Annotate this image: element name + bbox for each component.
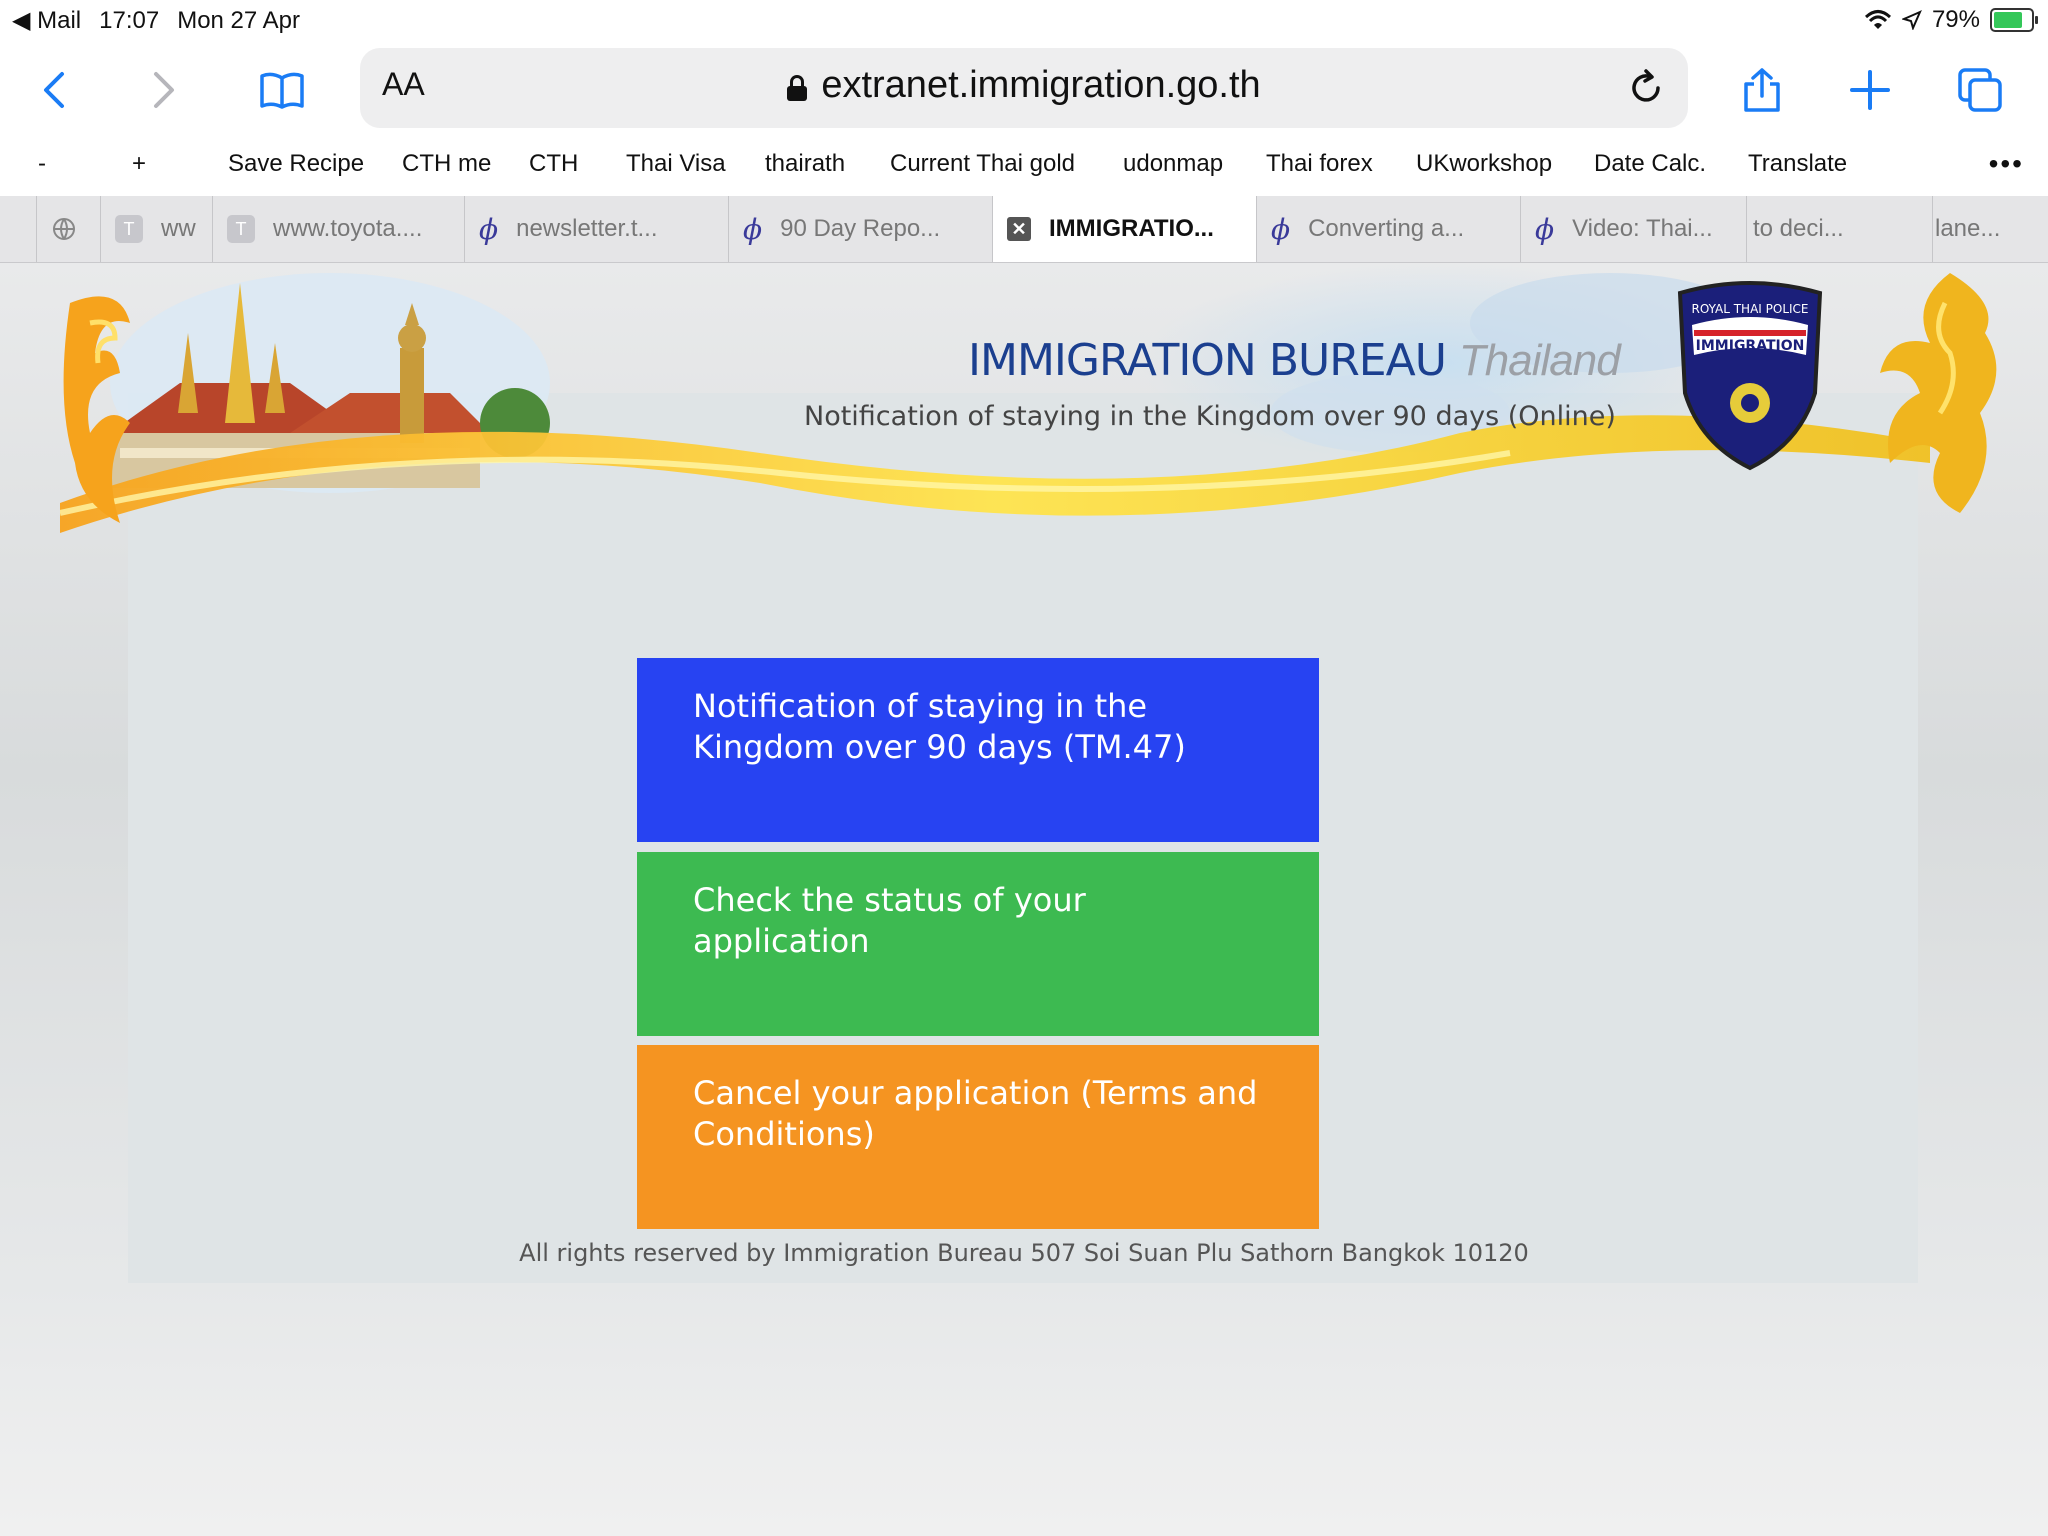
reload-icon[interactable] [1624,66,1668,110]
tab-item[interactable]: ϕ Converting a... [1256,196,1520,262]
site-title: IMMIGRATION BUREAU Thailand [968,335,1621,386]
tabs-overview-button[interactable] [1950,60,2010,120]
tab-title: IMMIGRATIO... [1049,215,1214,242]
favorite-item[interactable]: Date Calc. [1594,150,1706,178]
forward-button[interactable] [132,60,192,120]
tab-title: Video: Thai... [1572,215,1713,242]
badge-band-text: IMMIGRATION [1696,338,1805,354]
lock-icon [787,75,808,101]
tab-favicon-phi-icon: ϕ [479,212,499,246]
new-tab-button[interactable] [1840,60,1900,120]
check-status-button[interactable]: Check the status of your application [637,852,1319,1036]
url-text: extranet.immigration.go.th [821,64,1261,106]
more-favorites-icon[interactable]: ••• [1989,148,2024,180]
plus-icon [1850,70,1890,110]
tab-favicon-t-icon: T [227,215,255,243]
tab-overflow-left[interactable] [36,196,100,262]
globe-icon [53,218,75,240]
favorite-item[interactable]: thairath [765,150,845,178]
tabs-icon [1958,68,2002,112]
share-button[interactable] [1732,60,1792,120]
tab-item[interactable]: ϕ Video: Thai... [1520,196,1746,262]
status-date: Mon 27 Apr [177,6,300,34]
tab-title: newsletter.t... [516,215,658,242]
tab-item-active[interactable]: ✕ IMMIGRATIO... [992,196,1256,262]
badge-top-text: ROYAL THAI POLICE [1691,302,1808,316]
tab-bar: Tww Twww.toyota.... ϕ newsletter.t... ϕ 90… [0,196,2048,263]
tab-favicon-phi-icon: ϕ [743,212,763,246]
tab-favicon-t-icon: T [115,215,143,243]
wifi-icon [1864,10,1891,29]
close-tab-icon[interactable]: ✕ [1007,217,1031,241]
location-icon [1901,10,1922,30]
tab-item[interactable]: ϕ newsletter.t... [464,196,728,262]
site-title-main: IMMIGRATION BUREAU [968,335,1447,386]
favorite-item[interactable]: CTH [529,150,578,178]
favorite-item[interactable]: - [38,150,46,178]
chevron-left-icon [44,72,64,108]
status-time: 17:07 [99,6,160,34]
site-title-country: Thailand [1458,336,1621,385]
favorites-bar: - + Save Recipe CTH me CTH Thai Visa tha… [0,140,2048,196]
back-to-mail-link[interactable]: ◀ Mail [12,6,81,35]
tab-item[interactable]: Tww [100,196,212,262]
tab-title: Converting a... [1308,215,1465,242]
favorite-item[interactable]: udonmap [1123,150,1223,178]
tab-item[interactable]: Twww.toyota.... [212,196,464,262]
share-icon [1744,68,1780,112]
favorite-item[interactable]: CTH me [402,150,491,178]
tab-title: to deci... [1753,215,1844,242]
tab-title: ww [161,215,196,242]
cancel-application-button[interactable]: Cancel your application (Terms and Condi… [637,1045,1319,1229]
tab-title: 90 Day Repo... [780,215,941,242]
address-bar[interactable]: AA extranet.immigration.go.th [360,48,1688,128]
tab-favicon-phi-icon: ϕ [1271,212,1291,246]
web-page: ROYAL THAI POLICE IMMIGRATION IMMIGRATIO… [0,263,2048,1536]
battery-icon [1990,8,2038,32]
tab-item[interactable]: to deci... [1746,196,1932,262]
book-icon [260,72,304,109]
right-flame-ornament [1880,273,1997,513]
tab-title: lane... [1935,215,2001,242]
tab-item[interactable]: lane... [1932,196,2048,262]
footer-copyright: All rights reserved by Immigration Burea… [519,1239,1529,1267]
battery-percent: 79% [1931,6,1980,33]
tab-item[interactable]: ϕ 90 Day Repo... [728,196,992,262]
tab-favicon-phi-icon: ϕ [1535,212,1555,246]
back-app-label: Mail [37,7,82,34]
chevron-right-icon [154,72,174,108]
back-button[interactable] [26,60,86,120]
tm47-notification-button[interactable]: Notification of staying in the Kingdom o… [637,658,1319,842]
site-subtitle: Notification of staying in the Kingdom o… [804,401,1616,432]
status-bar: ◀ Mail 17:07 Mon 27 Apr 79% [0,0,2048,40]
favorite-item[interactable]: Save Recipe [228,150,364,178]
favorite-item[interactable]: UKworkshop [1416,150,1552,178]
bookmarks-button[interactable] [252,60,312,120]
favorite-item[interactable]: Translate [1748,150,1847,178]
favorite-item[interactable]: Current Thai gold [890,150,1075,178]
favorite-item[interactable]: Thai Visa [626,150,726,178]
favorite-item[interactable]: Thai forex [1266,150,1373,178]
browser-toolbar: AA extranet.immigration.go.th [0,40,2048,140]
tab-title: www.toyota.... [273,215,423,242]
favorite-item[interactable]: + [132,150,146,178]
